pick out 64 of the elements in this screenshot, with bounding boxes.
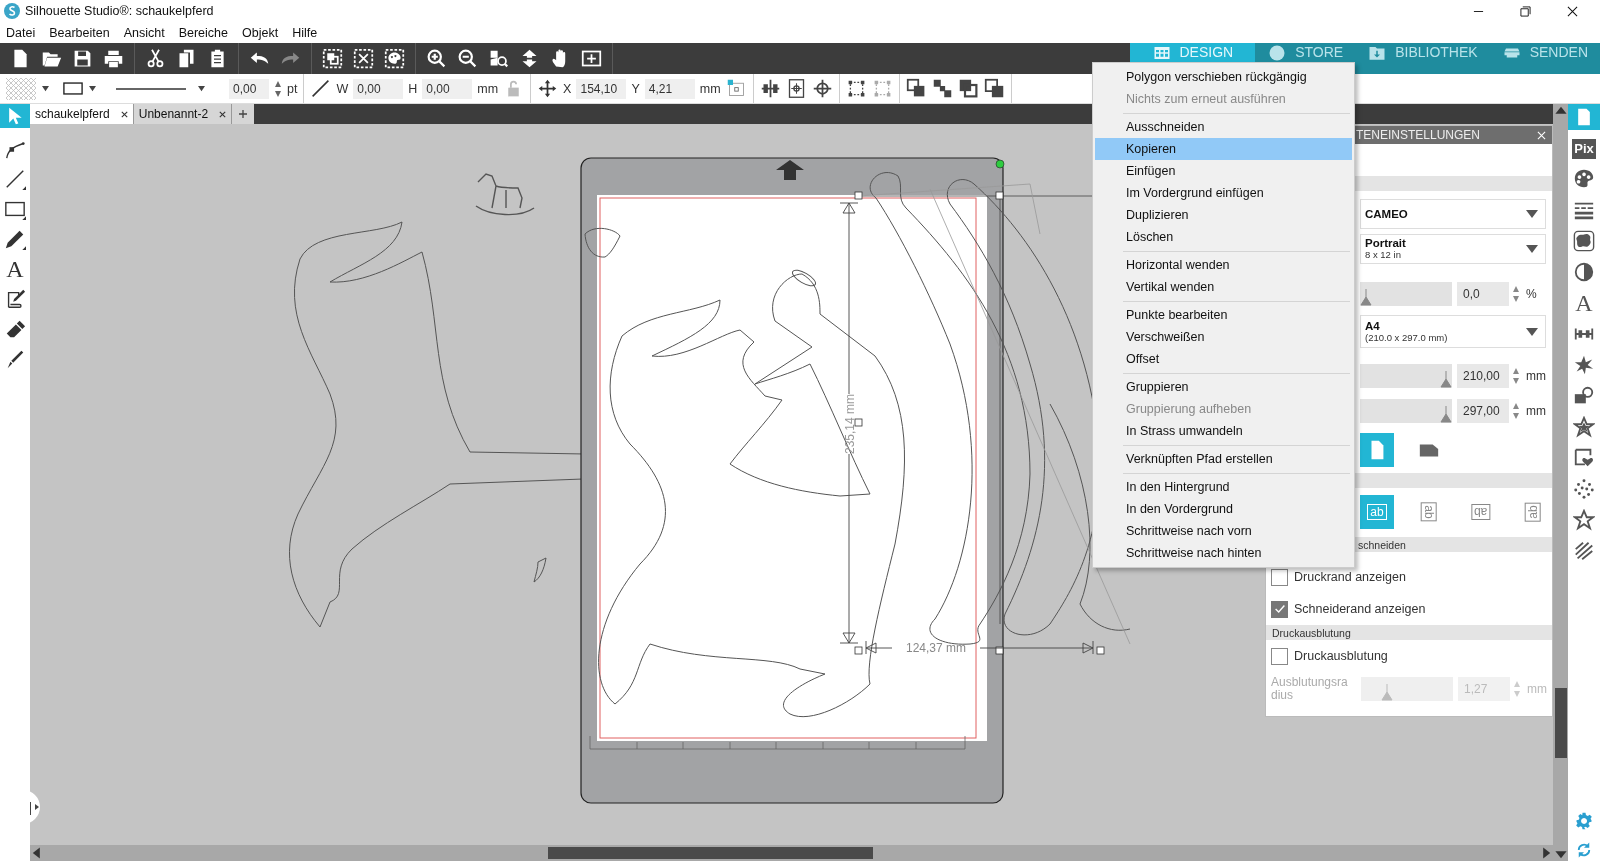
menu-item[interactable]: Kopieren [1095,138,1352,160]
transparency-field[interactable]: 0,0 [1457,282,1509,306]
height-label: H [408,81,418,96]
menu-item[interactable]: Im Vordergrund einfügen [1095,182,1352,204]
bleed-radius-label: Ausblutungsradius [1271,676,1349,702]
document-tab[interactable]: schaukelpferd [30,104,134,124]
checkbox-label: Druckausblutung [1294,649,1388,663]
text-tool[interactable]: A [6,258,24,280]
menu-item[interactable]: In den Hintergrund [1095,476,1352,498]
media-size-dropdown[interactable]: A4 (210.0 x 297.0 mm) [1360,315,1546,348]
unit-label: mm [1526,369,1546,383]
page-height-field[interactable]: 297,00 [1457,399,1509,423]
section-title: Druckausblutung [1272,626,1351,639]
line-width-field[interactable]: 0,00 [229,78,269,99]
mat-dropdown[interactable]: Portrait 8 x 12 in [1360,234,1546,264]
section-title: schneiden [1358,538,1406,551]
menu-item[interactable]: Ausschneiden [1095,116,1352,138]
x-position-field[interactable]: 154,10 [576,78,627,99]
machine-dropdown[interactable]: CAMEO [1360,199,1546,229]
checkbox-label: Schneiderand anzeigen [1294,602,1426,616]
menu-item[interactable]: Datei [6,25,43,40]
menu-item[interactable]: Verknüpften Pfad erstellen [1095,448,1352,470]
checkbox-label: Druckrand anzeigen [1294,570,1406,584]
menu-item[interactable]: Duplizieren [1095,204,1352,226]
page-width-field[interactable]: 210,00 [1457,364,1509,388]
menu-item[interactable]: Einfügen [1095,160,1352,182]
x-label: X [563,81,572,96]
menu-item[interactable]: Verschweißen [1095,326,1352,348]
menu-item[interactable]: Bereiche [178,25,235,40]
height-field[interactable]: 0,00 [422,78,473,99]
panel-title: TENEINSTELLUNGEN [1356,128,1481,142]
menu-item[interactable]: Punkte bearbeiten [1095,304,1352,326]
menu-item[interactable]: Horizontal wenden [1095,254,1352,276]
unit-label: mm [699,81,721,96]
unit-label: mm [1527,682,1547,696]
width-label: W [336,81,349,96]
text-direction-button[interactable]: ab [1516,495,1550,529]
width-dimension: 124,37 mm [906,641,966,655]
menu-item[interactable]: Offset [1095,348,1352,370]
unit-label: mm [477,81,499,96]
unit-label: % [1526,287,1537,301]
y-label: Y [631,81,640,96]
text-style-button[interactable]: A [1575,292,1593,314]
pixscan-button[interactable]: Pix [1572,139,1596,159]
menu-item[interactable]: Löschen [1095,226,1352,248]
menu-item[interactable]: Bearbeiten [49,25,117,40]
window-title: Silhouette Studio®: schaukelpferd [25,4,214,18]
unit-label: mm [1526,404,1546,418]
menu-item[interactable]: Ansicht [123,25,172,40]
y-position-field[interactable]: 4,21 [644,78,695,99]
height-dimension: 235,14 mm [843,394,857,454]
width-field[interactable]: 0,00 [353,78,404,99]
unit-label: pt [287,81,298,96]
menu-item[interactable]: Schrittweise nach vorn [1095,520,1352,542]
text-direction-button[interactable]: ab [1464,495,1498,529]
menu-item[interactable]: Hilfe [292,25,325,40]
menu-item[interactable]: In Strass umwandeln [1095,420,1352,442]
menu-item[interactable]: Objekt [242,25,286,40]
menu-item[interactable]: Vertikal wenden [1095,276,1352,298]
menu-item[interactable]: Schrittweise nach hinten [1095,542,1352,564]
document-tab[interactable]: Unbenannt-2 [133,104,233,124]
menu-item[interactable]: In den Vordergrund [1095,498,1352,520]
text-direction-button[interactable]: ab [1412,495,1446,529]
menu-item[interactable]: Gruppieren [1095,376,1352,398]
